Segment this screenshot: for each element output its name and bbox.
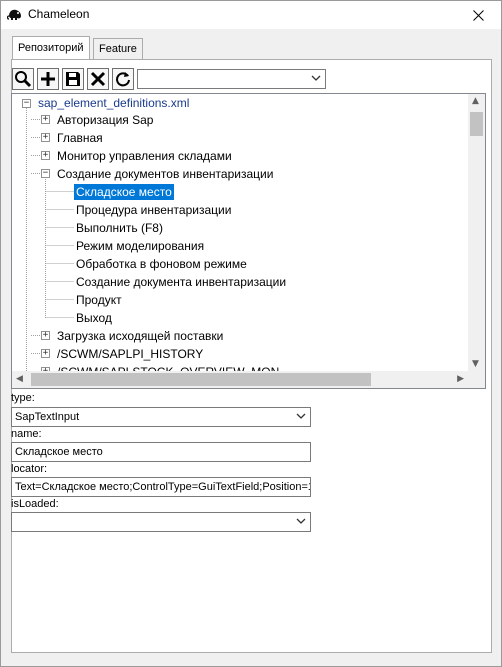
tab-repository-label: Репозиторий [18,42,84,54]
tree-vertical-scrollbar[interactable]: ▲ ▼ [468,94,485,371]
refresh-icon [116,72,130,87]
tree-expand-toggle[interactable]: + [41,133,50,142]
tree-expand-toggle[interactable]: + [41,349,50,358]
tree-horizontal-scrollbar[interactable]: ◀ ▶ [12,371,468,388]
tree-leaf[interactable]: Создание документа инвентаризации [76,274,286,290]
locator-label: locator: [11,463,48,475]
delete-icon [90,71,106,87]
horizontal-scroll-thumb[interactable] [31,373,371,386]
add-button[interactable] [37,68,59,90]
repository-select[interactable] [137,69,326,89]
tree-leaf[interactable]: Процедура инвентаризации [76,202,231,218]
tree-leaf[interactable]: Выполнить (F8) [76,220,163,236]
tree-root-node[interactable]: sap_element_definitions.xml [38,95,189,111]
delete-button[interactable] [87,68,109,90]
name-label: name: [11,428,42,440]
tree-expand-toggle[interactable]: + [41,115,50,124]
chevron-down-icon [296,518,306,524]
scroll-up-icon[interactable]: ▲ [472,96,479,106]
isloaded-select[interactable] [11,512,311,532]
window-title: Chameleon [28,7,90,21]
tree-expand-toggle[interactable]: + [41,151,50,160]
scroll-down-icon[interactable]: ▼ [472,359,479,369]
tree-node[interactable]: Создание документов инвентаризации [57,166,273,182]
type-select-value: SapTextInput [15,411,80,423]
search-button[interactable] [12,68,34,90]
type-label: type: [11,392,35,404]
tree-node[interactable]: Авторизация Sap [57,112,153,128]
tree-collapse-toggle[interactable]: − [41,169,50,178]
tree-node[interactable]: Монитор управления складами [57,148,232,164]
close-button[interactable] [455,1,501,29]
scroll-left-icon[interactable]: ◀ [16,374,23,384]
name-field-value: Складское место [15,446,103,458]
search-icon [15,71,32,88]
tree-leaf[interactable]: Режим моделирования [76,238,204,254]
locator-field[interactable]: Text=Складское место;ControlType=GuiText… [11,477,311,497]
name-field[interactable]: Складское место [11,442,311,462]
tab-repository[interactable]: Репозиторий [12,36,90,59]
tree-node[interactable]: Главная [57,130,103,146]
tree-leaf-selected[interactable]: Складское место [74,184,174,200]
tree-leaf[interactable]: Обработка в фоновом режиме [76,256,247,272]
chameleon-icon [7,9,21,20]
save-icon [66,72,80,86]
tree-node[interactable]: /SCWM/SAPLPI_HISTORY [57,346,203,362]
refresh-button[interactable] [112,68,134,90]
close-icon [472,9,484,21]
vertical-scroll-thumb[interactable] [470,112,483,136]
add-icon [41,72,55,86]
save-button[interactable] [62,68,84,90]
scroll-right-icon[interactable]: ▶ [457,374,464,384]
chevron-down-icon [296,413,306,419]
app-window: Chameleon Репозиторий Feature − sap_elem… [0,0,502,667]
chevron-down-icon [311,75,321,81]
tree-leaf[interactable]: Выход [76,310,112,326]
locator-field-value: Text=Складское место;ControlType=GuiText… [15,481,311,493]
tree-leaf[interactable]: Продукт [76,292,122,308]
tree-node[interactable]: Загрузка исходящей поставки [57,328,223,344]
tree-root-collapse-toggle[interactable]: − [22,99,31,108]
isloaded-label: isLoaded: [11,498,59,510]
scrollbar-corner [468,371,485,388]
tree-expand-toggle[interactable]: + [41,331,50,340]
title-bar: Chameleon [1,1,501,29]
repository-tree[interactable]: − sap_element_definitions.xml + Авториза… [11,93,486,389]
tab-feature[interactable]: Feature [93,38,143,59]
type-select[interactable]: SapTextInput [11,407,311,427]
tab-feature-label: Feature [99,43,137,55]
